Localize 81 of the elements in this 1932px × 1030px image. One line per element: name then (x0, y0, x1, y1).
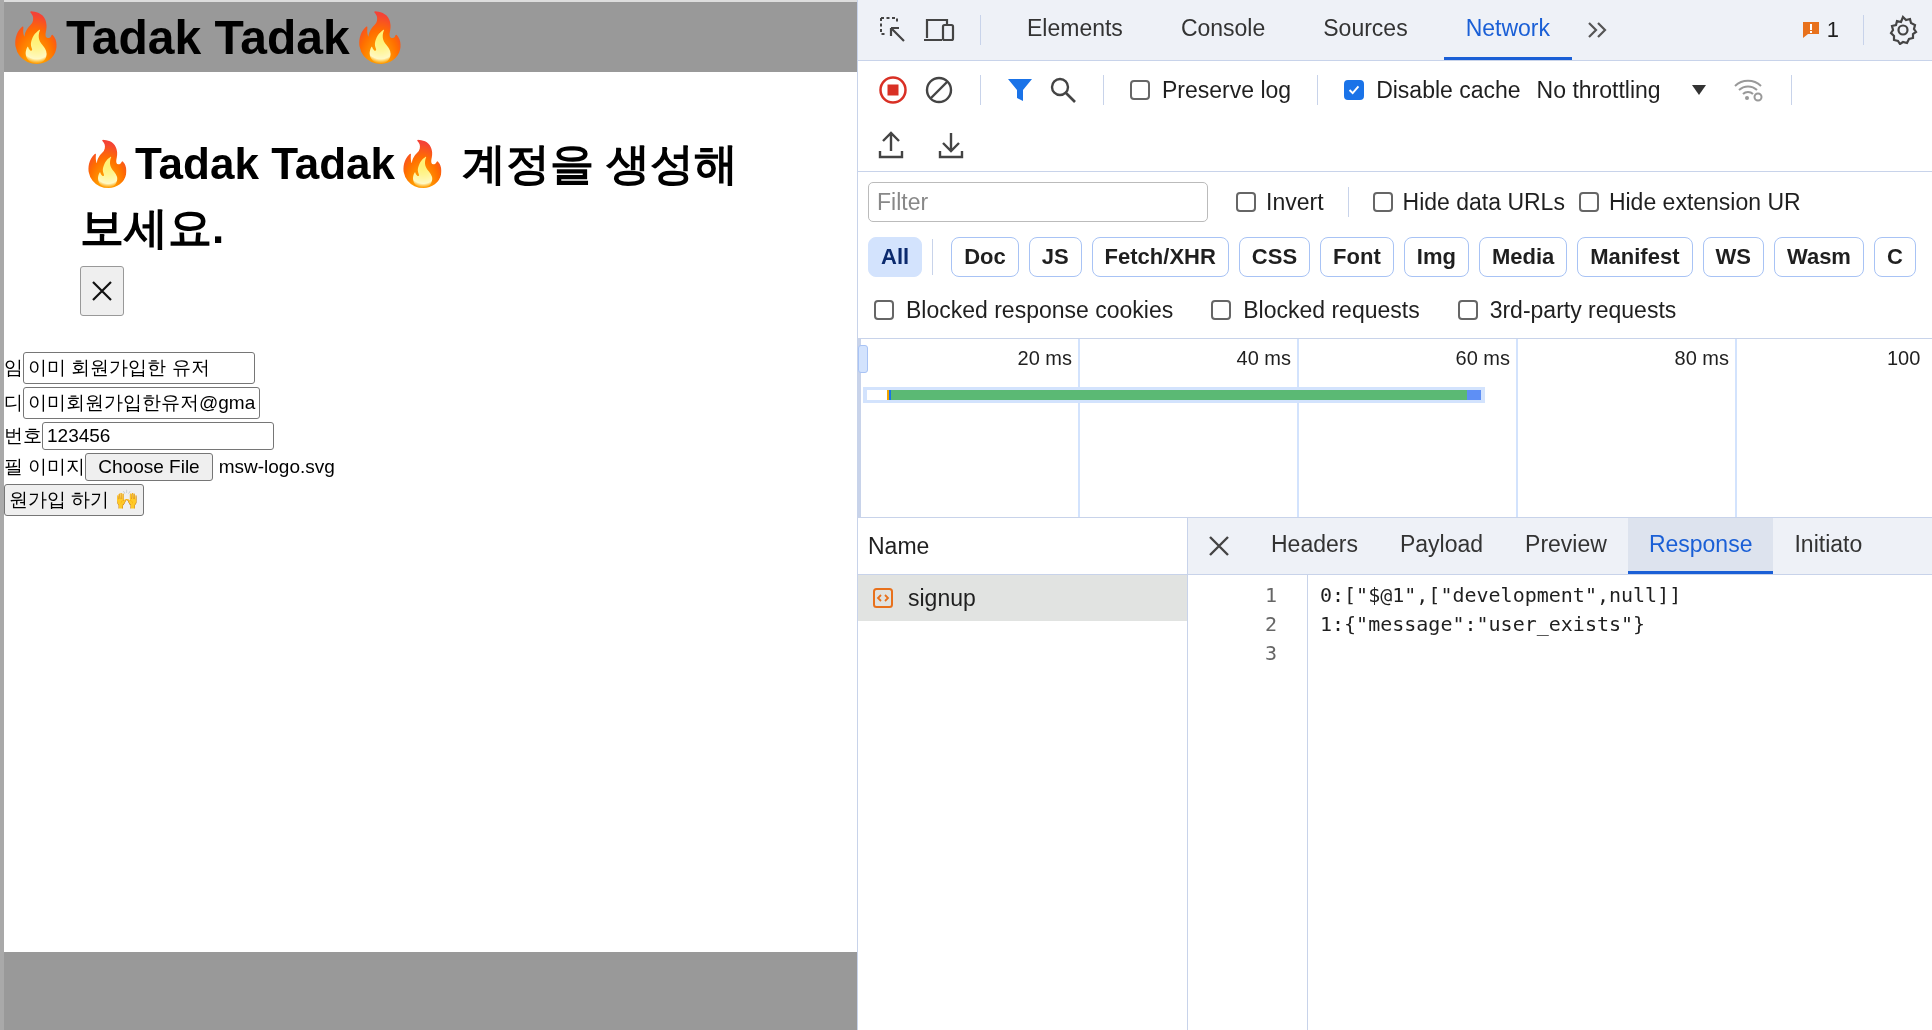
type-filter-chip[interactable]: Media (1478, 237, 1568, 277)
wifi-settings-icon[interactable] (1732, 77, 1765, 103)
close-button[interactable] (80, 266, 124, 316)
field-label: 임 (4, 356, 23, 380)
file-name: msw-logo.svg (218, 456, 335, 478)
throttling-dropdown[interactable]: No throttling (1536, 76, 1717, 104)
type-filter-chip[interactable]: Doc (951, 237, 1019, 277)
clear-icon[interactable] (924, 75, 954, 105)
checkbox[interactable] (1457, 300, 1478, 320)
code-line: 0:["$@1",["development",null]] (1320, 583, 1682, 607)
page-heading: 🔥Tadak Tadak🔥 계정을 생성해 보세요. (80, 138, 740, 254)
panel-tab[interactable]: Network (1443, 0, 1572, 60)
site-title: 🔥Tadak Tadak🔥 (5, 9, 410, 66)
tick-label: 60 ms (1455, 347, 1510, 370)
panel-tab[interactable]: Console (1158, 0, 1288, 60)
column-header: Name (868, 532, 930, 560)
code-line: 1:{"message":"user_exists"} (1320, 612, 1646, 636)
type-filter-chip[interactable]: Font (1320, 237, 1394, 277)
tick-label: 40 ms (1236, 347, 1291, 370)
type-filter-chip[interactable]: JS (1028, 237, 1082, 277)
checkbox[interactable] (1344, 80, 1365, 100)
panel-tab[interactable]: Elements (1005, 0, 1145, 60)
checkbox-label[interactable]: Blocked requests (1243, 296, 1420, 324)
device-icon[interactable] (922, 16, 956, 44)
tick-label: 80 ms (1674, 347, 1729, 370)
type-filter-chip[interactable]: Fetch/XHR (1091, 237, 1229, 277)
issue-icon[interactable] (1800, 20, 1821, 40)
detail-tab[interactable]: Initiato (1773, 518, 1884, 574)
checkbox-label[interactable]: Blocked response cookies (906, 296, 1174, 324)
field-label: 번호 (4, 424, 42, 448)
type-filter-chip[interactable]: Manifest (1577, 237, 1693, 277)
type-filter-chip[interactable]: CSS (1238, 237, 1311, 277)
type-filter-chip[interactable]: C (1873, 237, 1916, 277)
input-field[interactable]: 123456 (42, 422, 274, 450)
line-number: 3 (1263, 640, 1277, 667)
field-label: 필 이미지 (4, 455, 86, 479)
detail-tab[interactable]: Response (1627, 518, 1774, 574)
close-icon (90, 279, 114, 303)
settings-icon[interactable] (1888, 15, 1918, 45)
type-filter-chip[interactable]: Wasm (1773, 237, 1864, 277)
checkbox-label[interactable]: Hide extension UR (1608, 188, 1801, 216)
checkbox[interactable] (1211, 300, 1232, 320)
detail-tab[interactable]: Headers (1250, 518, 1379, 574)
checkbox[interactable] (1130, 80, 1150, 100)
filter-field[interactable]: Filter (868, 182, 1208, 222)
tick-label: 20 ms (1017, 347, 1072, 370)
detail-tab[interactable]: Preview (1504, 518, 1628, 574)
checkbox-label[interactable]: Preserve log (1162, 76, 1292, 104)
timeline-handle[interactable] (858, 345, 868, 373)
upload-icon[interactable] (878, 131, 904, 159)
detail-tab[interactable]: Payload (1378, 518, 1505, 574)
checkbox[interactable] (1236, 192, 1256, 212)
request-row[interactable]: signup (858, 575, 1187, 621)
issue-count: 1 (1826, 17, 1839, 43)
close-icon[interactable] (1208, 535, 1230, 557)
checkbox-label[interactable]: 3rd-party requests (1489, 296, 1677, 324)
line-number: 2 (1263, 611, 1277, 638)
search-icon[interactable] (1049, 76, 1077, 104)
checkbox-label[interactable]: Hide data URLs (1402, 188, 1565, 216)
input-field[interactable]: 이미 회원가입한 유저 (23, 352, 255, 384)
checkbox[interactable] (874, 300, 894, 320)
input-field[interactable]: 이미회원가입한유저@gma (23, 387, 261, 419)
record-icon[interactable] (878, 75, 908, 105)
download-icon[interactable] (938, 131, 964, 159)
dropdown-arrow-icon (1690, 84, 1707, 96)
type-filter-chip[interactable]: All (868, 237, 923, 277)
filter-icon[interactable] (1007, 77, 1033, 103)
type-filter-chip[interactable]: WS (1702, 237, 1764, 277)
checkbox[interactable] (1578, 192, 1599, 212)
panel-tab[interactable]: Sources (1301, 0, 1430, 60)
checkbox-label[interactable]: Invert (1266, 188, 1324, 216)
checkbox-label[interactable]: Disable cache (1376, 76, 1521, 104)
tick-label: 100 (1887, 347, 1921, 370)
request-name: signup (908, 584, 976, 612)
type-filter-chip[interactable]: Img (1403, 237, 1469, 277)
line-number: 1 (1263, 582, 1277, 609)
field-label: 디 (4, 391, 23, 415)
choose-file-button[interactable]: Choose File (85, 453, 213, 481)
script-icon (872, 587, 894, 609)
checkbox[interactable] (1372, 192, 1393, 212)
signup-button[interactable]: 원가입 하기 🙌 (4, 484, 144, 516)
